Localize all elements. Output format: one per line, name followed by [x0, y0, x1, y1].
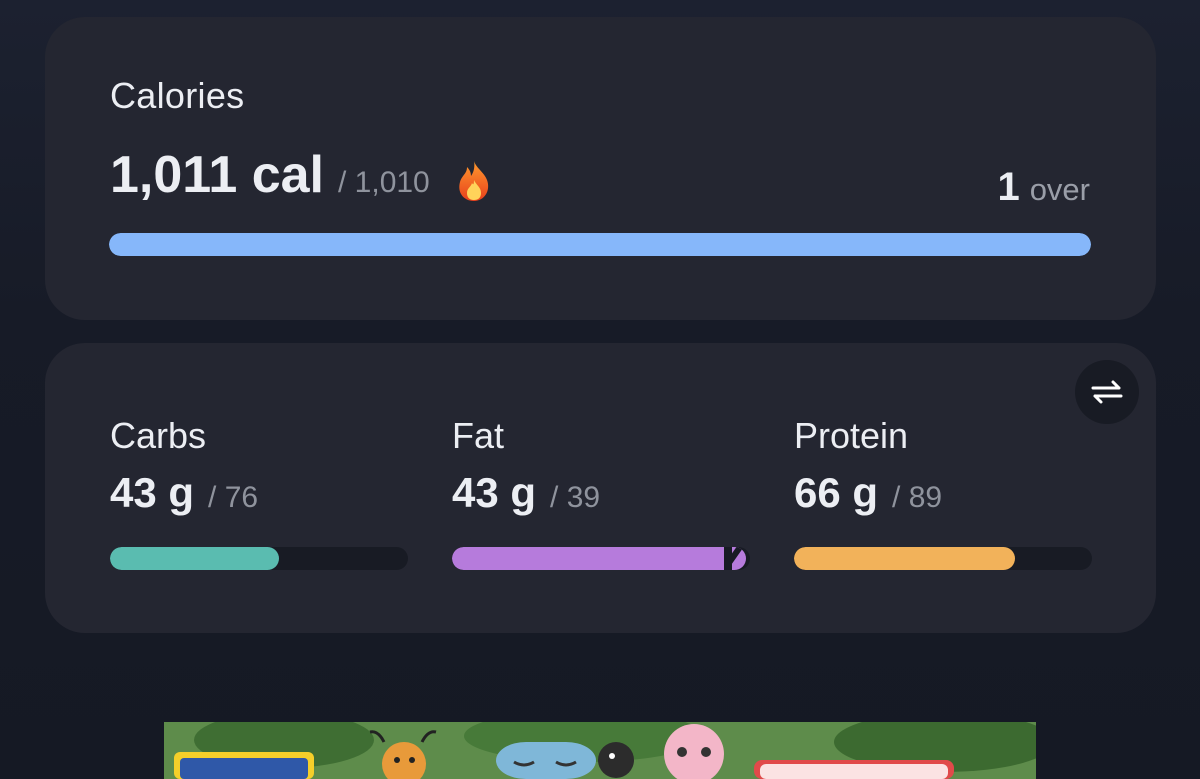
macro-carbs: Carbs 43 g / 76 — [110, 415, 410, 570]
macro-carbs-progress-fill — [110, 547, 279, 570]
macro-fat-progress-bar — [452, 547, 750, 570]
flame-icon — [459, 161, 489, 201]
calories-over-label: over — [1029, 172, 1090, 207]
calories-title: Calories — [110, 75, 245, 116]
ad-artwork — [164, 722, 1036, 779]
macro-carbs-progress-bar — [110, 547, 408, 570]
macro-protein-progress-bar — [794, 547, 1092, 570]
macro-fat-label: Fat — [452, 415, 505, 456]
macro-fat-goal: / 39 — [550, 481, 601, 514]
macro-protein-label: Protein — [794, 415, 909, 456]
swap-arrows-icon — [1091, 380, 1123, 404]
macro-fat-progress-fill — [452, 547, 724, 570]
macro-fat-value: 43 g — [452, 469, 537, 516]
calories-goal: / 1,010 — [338, 166, 430, 199]
macro-protein: Protein 66 g / 89 — [794, 415, 1094, 570]
calories-summary: 1,011 cal / 1,010 — [110, 145, 430, 215]
macro-protein-progress-fill — [794, 547, 1016, 570]
macro-fat: Fat 43 g / 39 — [452, 415, 752, 570]
calories-progress-fill — [109, 233, 1091, 256]
macro-protein-value: 66 g — [794, 469, 879, 516]
macros-card[interactable]: Carbs 43 g / 76 Fat 43 g / 39 Protein 66… — [45, 343, 1156, 633]
calories-progress-bar — [109, 233, 1091, 256]
macro-fat-over-indicator — [732, 547, 746, 570]
calories-consumed: 1,011 cal — [110, 146, 324, 204]
calories-over: 1 over — [997, 165, 1090, 210]
calories-over-amount: 1 — [997, 165, 1020, 209]
macro-carbs-label: Carbs — [110, 415, 207, 456]
ad-banner[interactable] — [164, 722, 1036, 779]
macro-carbs-goal: / 76 — [208, 481, 259, 514]
macro-carbs-value: 43 g — [110, 469, 195, 516]
calories-card[interactable]: Calories 1,011 cal / 1,010 1 over — [45, 17, 1156, 320]
macro-protein-goal: / 89 — [892, 481, 943, 514]
macro-fat-goal-marker — [724, 547, 730, 570]
